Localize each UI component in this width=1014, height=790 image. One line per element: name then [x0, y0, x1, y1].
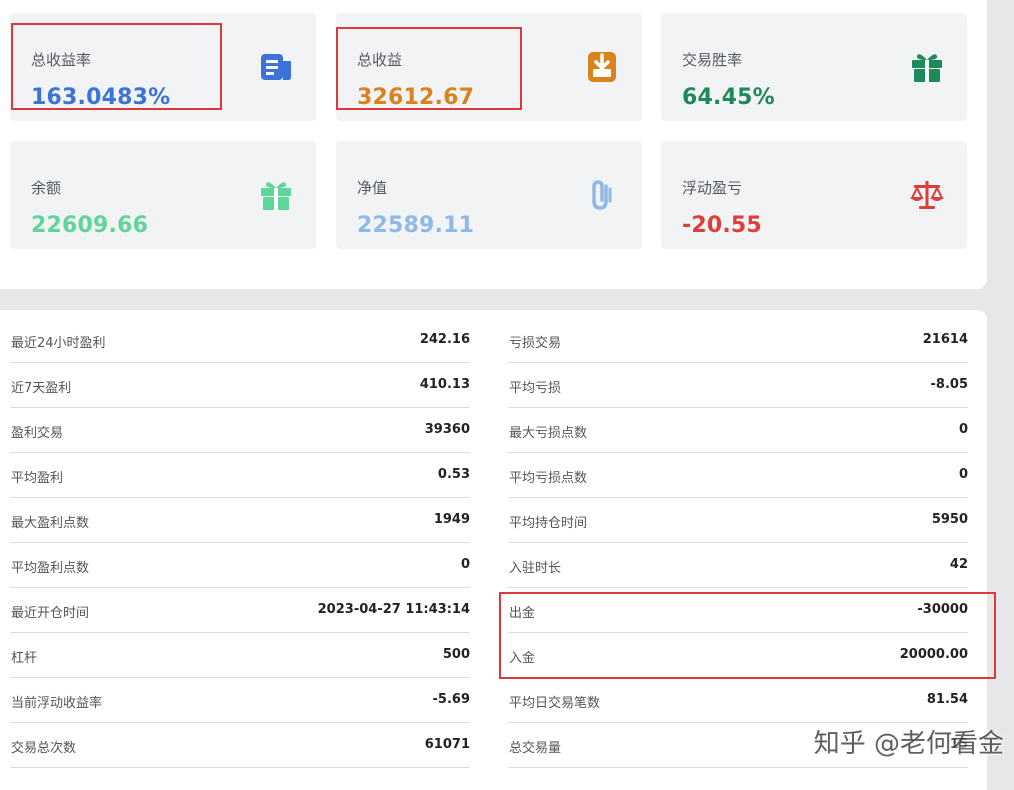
- stat-label: 杠杆: [11, 651, 38, 666]
- card-label: 余额: [31, 179, 62, 197]
- stat-value: 20000.00: [899, 647, 968, 662]
- stat-value: -5.69: [432, 692, 470, 707]
- stat-label: 盈利交易: [11, 426, 64, 441]
- stat-row: 平均盈利点数 0: [10, 543, 470, 588]
- stat-label: 亏损交易: [509, 336, 562, 351]
- stats-column-right: 亏损交易 21614 平均亏损 -8.05 最大亏损点数 0 平均亏损点数 0 平均持仓…: [508, 318, 968, 768]
- stat-row: 平均亏损点数 0: [508, 453, 968, 498]
- stats-panel: 最近24小时盈利 242.16 近7天盈利 410.13 盈利交易 39360 平均盈…: [0, 310, 996, 790]
- card-value: 64.45%: [682, 85, 775, 110]
- stat-label: 出金: [509, 606, 536, 621]
- watermark: 知乎 @老何看金: [813, 729, 1004, 759]
- card-label: 总收益: [357, 51, 403, 69]
- paperclip-icon: [584, 177, 620, 213]
- stat-row: 入金 20000.00: [508, 633, 968, 678]
- stat-value: 0.53: [437, 467, 470, 482]
- stat-row: 亏损交易 21614: [508, 318, 968, 363]
- stats-column-left: 最近24小时盈利 242.16 近7天盈利 410.13 盈利交易 39360 平均盈…: [10, 318, 470, 768]
- stat-value: 42: [949, 557, 968, 572]
- stat-value: 0: [460, 557, 470, 572]
- stat-row: 盈利交易 39360: [10, 408, 470, 453]
- stat-label: 当前浮动收益率: [11, 696, 103, 711]
- card-total-return-rate: 总收益率 163.0483%: [10, 13, 316, 121]
- stat-row: 最大亏损点数 0: [508, 408, 968, 453]
- document-icon: [258, 49, 294, 85]
- stat-row: 当前浮动收益率 -5.69: [10, 678, 470, 723]
- stat-row: 入驻时长 42: [508, 543, 968, 588]
- stat-row: 交易总次数 61071: [10, 723, 470, 768]
- stat-row: 最近开仓时间 2023-04-27 11:43:14: [10, 588, 470, 633]
- stat-row: 近7天盈利 410.13: [10, 363, 470, 408]
- stat-label: 入金: [509, 651, 536, 666]
- stat-value: 500: [442, 647, 470, 662]
- stat-row: 平均日交易笔数 81.54: [508, 678, 968, 723]
- card-value: 22609.66: [31, 213, 149, 238]
- stat-label: 平均盈利点数: [11, 561, 90, 576]
- stat-row: 杠杆 500: [10, 633, 470, 678]
- stat-value: 2023-04-27 11:43:14: [317, 602, 470, 617]
- stat-value: 21614: [922, 332, 968, 347]
- stat-label: 总交易量: [509, 741, 562, 756]
- stat-value: 81.54: [926, 692, 968, 707]
- stat-label: 近7天盈利: [11, 381, 72, 396]
- stat-label: 最大亏损点数: [509, 426, 588, 441]
- stat-label: 平均盈利: [11, 471, 64, 486]
- card-value: 32612.67: [357, 85, 475, 110]
- stat-row: 平均盈利 0.53: [10, 453, 470, 498]
- stat-value: 39360: [424, 422, 470, 437]
- card-floating-pnl: 浮动盈亏 -20.55: [661, 141, 967, 249]
- balance-scale-icon: [909, 177, 945, 213]
- stat-row: 最大盈利点数 1949: [10, 498, 470, 543]
- stat-row: 出金 -30000: [508, 588, 968, 633]
- stat-label: 交易总次数: [11, 741, 77, 756]
- stat-value: 410.13: [419, 377, 470, 392]
- stat-label: 平均日交易笔数: [509, 696, 601, 711]
- card-value: -20.55: [682, 213, 762, 238]
- stat-value: 0: [958, 467, 968, 482]
- stat-label: 最大盈利点数: [11, 516, 90, 531]
- stat-row: 平均亏损 -8.05: [508, 363, 968, 408]
- card-value: 22589.11: [357, 213, 475, 238]
- card-label: 净值: [357, 179, 388, 197]
- download-box-icon: [584, 49, 620, 85]
- stat-value: 61071: [424, 737, 470, 752]
- stat-label: 最近24小时盈利: [11, 336, 106, 351]
- stat-value: 0: [958, 422, 968, 437]
- stat-value: 5950: [931, 512, 968, 527]
- card-label: 总收益率: [31, 51, 92, 69]
- card-win-rate: 交易胜率 64.45%: [661, 13, 967, 121]
- gift-icon: [258, 177, 294, 213]
- stat-label: 平均亏损点数: [509, 471, 588, 486]
- gift-icon: [909, 49, 945, 85]
- stat-label: 入驻时长: [509, 561, 562, 576]
- stat-value: -8.05: [930, 377, 968, 392]
- stat-value: -30000: [917, 602, 968, 617]
- stat-label: 平均亏损: [509, 381, 562, 396]
- card-value: 163.0483%: [31, 85, 171, 110]
- stat-value: 1949: [433, 512, 470, 527]
- stat-value: 242.16: [419, 332, 470, 347]
- card-label: 浮动盈亏: [682, 179, 743, 197]
- stat-label: 最近开仓时间: [11, 606, 90, 621]
- card-balance: 余额 22609.66: [10, 141, 316, 249]
- card-label: 交易胜率: [682, 51, 743, 69]
- stat-row: 平均持仓时间 5950: [508, 498, 968, 543]
- summary-panel: 总收益率 163.0483% 总收益 32612.67 交易胜率 64.45% …: [0, 0, 987, 289]
- stat-label: 平均持仓时间: [509, 516, 588, 531]
- card-net-value: 净值 22589.11: [336, 141, 642, 249]
- stat-row: 最近24小时盈利 242.16: [10, 318, 470, 363]
- card-total-return: 总收益 32612.67: [336, 13, 642, 121]
